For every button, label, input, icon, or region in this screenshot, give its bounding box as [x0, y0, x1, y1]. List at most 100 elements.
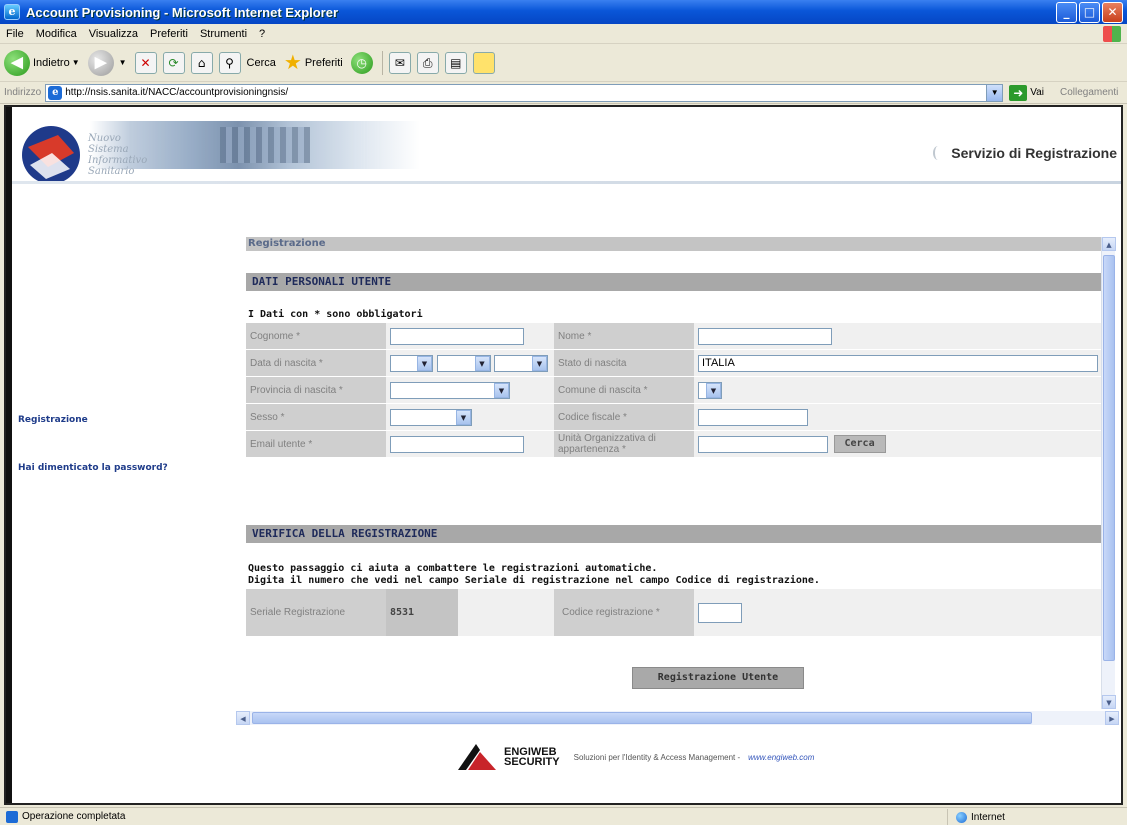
forward-button[interactable]: ▶ ▼: [87, 49, 127, 76]
surname-input[interactable]: [390, 327, 524, 345]
vertical-scrollbar[interactable]: ▲ ▼: [1101, 237, 1116, 709]
arc-decoration-icon: [933, 146, 943, 160]
birth-date-cell: ▼ ▼ ▼: [386, 350, 554, 377]
scroll-right-icon[interactable]: ▶: [1105, 711, 1119, 725]
maximize-button[interactable]: □: [1079, 2, 1100, 23]
globe-icon: [956, 811, 967, 823]
birth-state-input[interactable]: [698, 354, 1098, 372]
ie-icon: e: [4, 4, 20, 20]
toolbar-separator: [381, 50, 383, 75]
form-row: Provincia di nascita * ▼ Comune di nasci…: [246, 377, 1104, 404]
zone-text: Internet: [971, 811, 1005, 823]
page-viewport: Nuovo Sistema Informativo Sanitario Serv…: [4, 105, 1123, 805]
chevron-down-icon: ▼: [494, 382, 509, 398]
surname-label: Cognome *: [246, 323, 386, 350]
stop-icon[interactable]: ✕: [134, 51, 157, 74]
register-user-button[interactable]: Registrazione Utente: [632, 667, 804, 689]
birth-month-select[interactable]: ▼: [436, 354, 491, 372]
go-arrow-icon: ➜: [1009, 84, 1028, 101]
sex-select[interactable]: ▼: [390, 408, 472, 426]
menu-help[interactable]: ?: [259, 28, 265, 40]
back-button[interactable]: ◀ Indietro ▼: [4, 49, 80, 76]
email-cell: [386, 431, 554, 458]
scroll-down-icon[interactable]: ▼: [1102, 695, 1116, 709]
horizontal-scrollbar[interactable]: ◀ ▶: [236, 711, 1119, 725]
favorites-button[interactable]: ★ Preferiti: [284, 50, 343, 75]
links-label[interactable]: Collegamenti: [1060, 87, 1118, 98]
birth-city-select[interactable]: ▼: [698, 381, 722, 399]
back-arrow-icon: ◀: [4, 49, 30, 76]
history-icon[interactable]: ◷: [350, 51, 373, 74]
birth-year-select[interactable]: ▼: [494, 354, 548, 372]
menu-visualizza[interactable]: Visualizza: [89, 28, 138, 40]
org-unit-cell: Cerca: [694, 431, 1104, 458]
left-navigation: Registrazione Hai dimenticato la passwor…: [12, 229, 234, 699]
section-personal-data: DATI PERSONALI UTENTE: [246, 273, 1102, 291]
chevron-down-icon: ▼: [474, 355, 490, 371]
page-title: Registrazione: [246, 237, 1102, 251]
engiweb-brand: ENGIWEB SECURITY: [504, 747, 560, 768]
go-button[interactable]: ➜ Vai: [1009, 84, 1044, 101]
search-button[interactable]: ⚲ Cerca: [218, 51, 276, 74]
scroll-left-icon[interactable]: ◀: [236, 711, 250, 725]
nav-link-forgot-password[interactable]: Hai dimenticato la password?: [18, 463, 168, 473]
window-titlebar[interactable]: e Account Provisioning - Microsoft Inter…: [0, 0, 1127, 24]
serial-cell: 8531: [386, 589, 458, 637]
page-done-icon: [6, 810, 18, 823]
menu-preferiti[interactable]: Preferiti: [150, 28, 188, 40]
email-input[interactable]: [390, 435, 524, 453]
browser-toolbar: ◀ Indietro ▼ ▶ ▼ ✕ ⟳ ⌂ ⚲ Cerca ★ Preferi…: [0, 44, 1127, 82]
header-divider: [12, 181, 1121, 184]
birth-province-select[interactable]: ▼: [390, 381, 510, 399]
birth-province-label: Provincia di nascita *: [246, 377, 386, 404]
footer-link[interactable]: www.engiweb.com: [748, 753, 814, 762]
search-org-unit-button[interactable]: Cerca: [833, 435, 886, 453]
print-icon[interactable]: ⎙: [416, 51, 439, 74]
scrollbar-thumb[interactable]: [252, 712, 1032, 724]
mail-icon[interactable]: ✉: [388, 51, 411, 74]
surname-cell: [386, 323, 554, 350]
birth-city-cell: ▼: [694, 377, 1104, 404]
page-icon: e: [48, 85, 63, 100]
url-input[interactable]: e http://nsis.sanita.it/NACC/accountprov…: [45, 83, 1004, 102]
minimize-button[interactable]: _: [1056, 2, 1077, 23]
favorites-label: Preferiti: [304, 56, 343, 69]
edit-icon[interactable]: ▤: [444, 51, 467, 74]
logo-line: Sanitario: [88, 166, 135, 177]
search-label: Cerca: [246, 56, 276, 69]
brand-line: SECURITY: [504, 756, 560, 768]
menu-strumenti[interactable]: Strumenti: [200, 28, 247, 40]
required-fields-note: I Dati con * sono obbligatori: [248, 309, 423, 320]
logo-line: Sistema: [88, 144, 129, 155]
tax-code-input[interactable]: [698, 408, 808, 426]
forward-arrow-icon: ▶: [87, 49, 114, 76]
refresh-icon[interactable]: ⟳: [162, 51, 185, 74]
logo-line: Nuovo: [88, 133, 121, 144]
nsis-logo-icon: [22, 126, 80, 184]
menu-modifica[interactable]: Modifica: [36, 28, 77, 40]
scroll-up-icon[interactable]: ▲: [1102, 237, 1116, 251]
security-zone: Internet: [947, 809, 1127, 825]
chevron-down-icon[interactable]: ▼: [986, 84, 1003, 101]
address-bar: Indirizzo e http://nsis.sanita.it/NACC/a…: [0, 82, 1127, 104]
close-button[interactable]: ✕: [1102, 2, 1123, 23]
scrollbar-thumb[interactable]: [1103, 255, 1115, 661]
registration-code-input[interactable]: [698, 602, 742, 623]
back-label: Indietro: [33, 56, 70, 69]
folder-icon[interactable]: [472, 51, 495, 74]
serial-value: 8531: [390, 607, 415, 618]
org-unit-input[interactable]: [698, 435, 828, 453]
verification-table: Seriale Registrazione 8531 Codice regist…: [246, 589, 1104, 637]
birth-day-select[interactable]: ▼: [390, 354, 433, 372]
logo-line: Informativo: [88, 155, 148, 166]
home-icon[interactable]: ⌂: [190, 51, 213, 74]
nav-link-registrazione[interactable]: Registrazione: [18, 415, 88, 425]
code-label: Codice registrazione *: [554, 589, 694, 637]
address-label: Indirizzo: [4, 87, 42, 98]
tax-code-cell: [694, 404, 1104, 431]
registration-form: Registrazione DATI PERSONALI UTENTE I Da…: [236, 237, 1104, 713]
birth-date-label: Data di nascita *: [246, 350, 386, 377]
go-label: Vai: [1030, 87, 1044, 98]
menu-file[interactable]: File: [6, 28, 24, 40]
name-input[interactable]: [698, 327, 832, 345]
